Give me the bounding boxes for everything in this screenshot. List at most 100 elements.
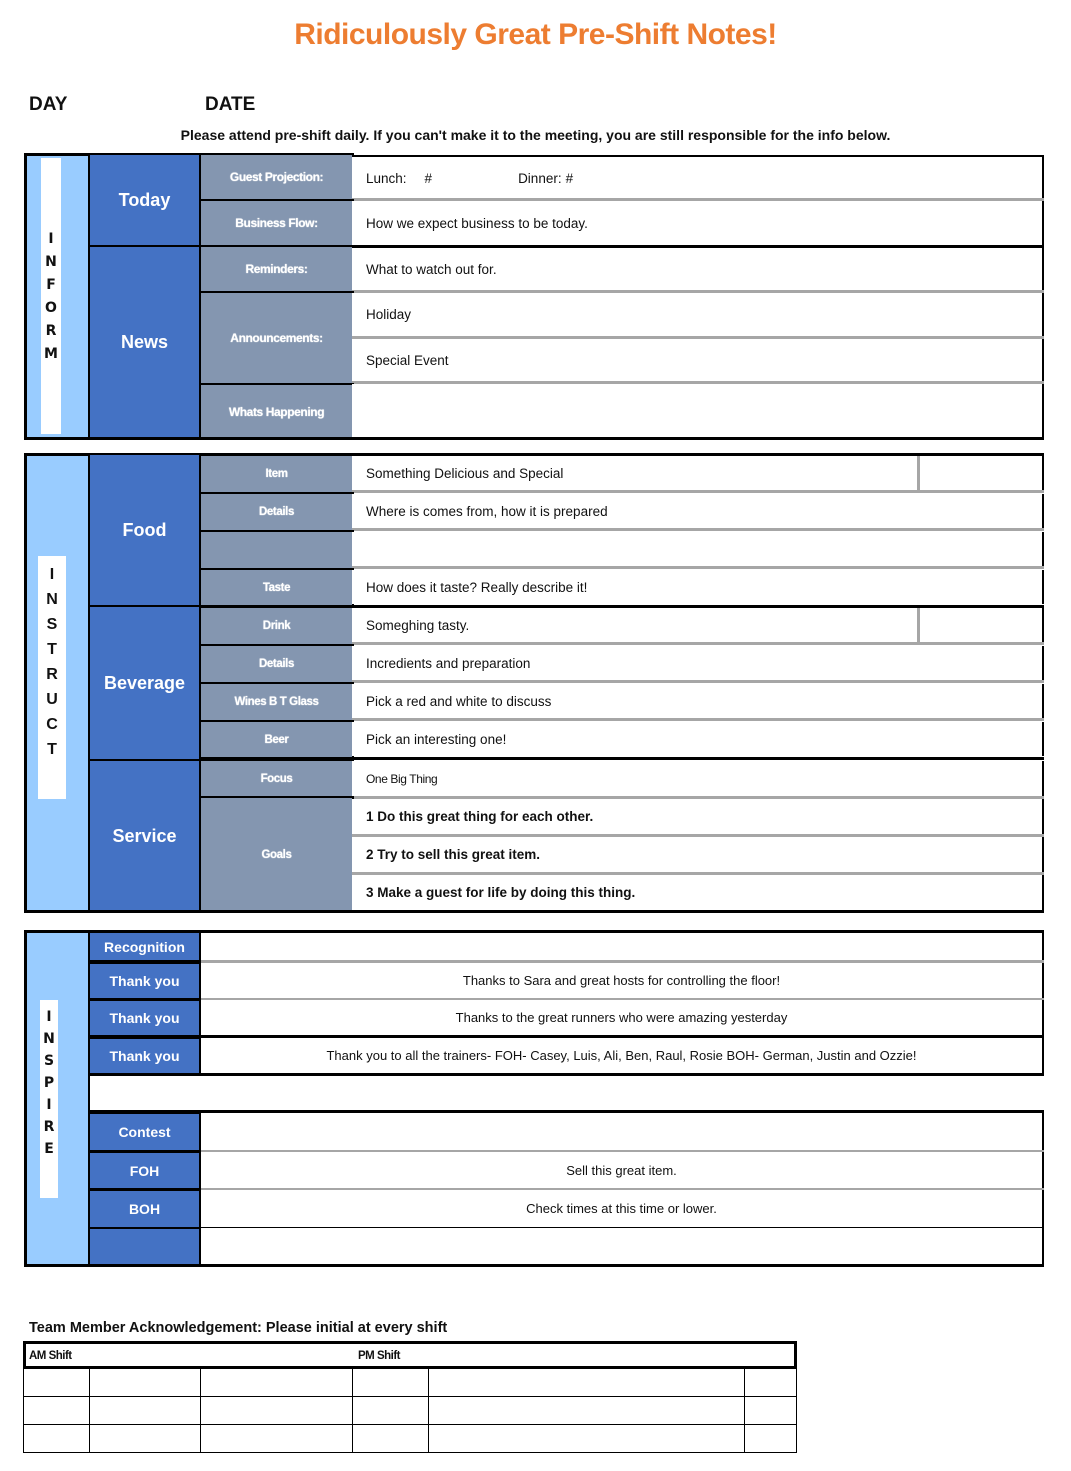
- initial-cell[interactable]: [353, 1369, 429, 1397]
- contest-field[interactable]: Sell this great item.: [201, 1152, 1044, 1188]
- thank-you-field[interactable]: Thanks to the great runners who were ama…: [201, 1000, 1044, 1035]
- label-whats-happening: Whats Happening: [199, 383, 354, 440]
- focus-field[interactable]: One Big Thing: [352, 761, 1044, 796]
- thank-you-field[interactable]: Thank you to all the trainers- FOH- Case…: [201, 1038, 1044, 1073]
- category-news: News: [88, 245, 201, 440]
- am-shift-label: AM Shift: [29, 1350, 72, 1362]
- initial-cell[interactable]: [353, 1397, 429, 1425]
- side-letter: I: [49, 566, 55, 583]
- row-value-field[interactable]: Incredients and preparation: [352, 646, 1044, 680]
- row-divider: [352, 642, 1044, 645]
- day-label: DAY: [29, 94, 68, 115]
- label-recognition: Recognition: [88, 931, 201, 962]
- side-letter: E: [44, 1141, 54, 1157]
- lunch-value[interactable]: #: [425, 171, 433, 186]
- page-title: Ridiculously Great Pre-Shift Notes!: [294, 18, 777, 51]
- row-label: Drink: [199, 606, 354, 646]
- spacer-row: [88, 1076, 1043, 1112]
- side-letter: S: [43, 1053, 55, 1069]
- acknowledgement-title: Team Member Acknowledgement: Please init…: [29, 1320, 448, 1336]
- side-letter: F: [46, 277, 56, 293]
- guest-projection-field[interactable]: Lunch: # Dinner: #: [352, 155, 1044, 199]
- row-value-field[interactable]: How does it taste? Really describe it!: [352, 570, 1044, 604]
- side-letter: N: [46, 591, 58, 608]
- goal-item[interactable]: 2 Try to sell this great item.: [352, 837, 1044, 872]
- category-today: Today: [88, 153, 201, 247]
- initial-cell[interactable]: [429, 1425, 745, 1453]
- announcement-item[interactable]: Holiday: [352, 293, 1044, 336]
- label-thank-you: Thank you: [88, 962, 201, 1000]
- row-label: Beer: [199, 720, 354, 760]
- side-letter: S: [46, 616, 58, 633]
- business-flow-field[interactable]: How we expect business to be today.: [352, 201, 1044, 245]
- recognition-field[interactable]: [201, 933, 1044, 960]
- row-value-field[interactable]: Someghing tasty.: [352, 608, 1044, 642]
- label-contest-row: [88, 1227, 201, 1266]
- initial-cell[interactable]: [745, 1369, 797, 1397]
- initial-cell[interactable]: [23, 1397, 90, 1425]
- section-bottom-border: [24, 1264, 1044, 1267]
- side-letter: R: [46, 666, 58, 683]
- label-contest-row: Contest: [88, 1112, 201, 1152]
- side-letter: I: [48, 231, 54, 247]
- initial-cell[interactable]: [201, 1369, 353, 1397]
- row-divider: [352, 566, 1044, 569]
- row-value-field[interactable]: Something Delicious and Special: [352, 456, 1044, 490]
- initial-cell[interactable]: [90, 1369, 201, 1397]
- acknowledgement-header: AM Shift PM Shift: [23, 1341, 797, 1369]
- row-label: [199, 530, 354, 570]
- reminders-field[interactable]: What to watch out for.: [352, 248, 1044, 290]
- label-thank-you: Thank you: [88, 1037, 201, 1075]
- side-letter: T: [47, 641, 57, 658]
- cell-divider: [917, 608, 920, 642]
- side-letter: P: [43, 1075, 55, 1091]
- dinner-value[interactable]: #: [566, 171, 574, 186]
- label-goals: Goals: [199, 796, 354, 913]
- row-value-field[interactable]: Where is comes from, how it is prepared: [352, 494, 1044, 528]
- initial-cell[interactable]: [745, 1397, 797, 1425]
- side-letter: R: [45, 323, 57, 339]
- announcement-item[interactable]: Special Event: [352, 339, 1044, 381]
- row-value-field[interactable]: Pick a red and white to discuss: [352, 684, 1044, 718]
- initial-cell[interactable]: [201, 1397, 353, 1425]
- row-label: Wines B T Glass: [199, 682, 354, 722]
- initial-cell[interactable]: [745, 1425, 797, 1453]
- initial-cell[interactable]: [353, 1425, 429, 1453]
- contest-field[interactable]: Check times at this time or lower.: [201, 1190, 1044, 1227]
- category-food: Food: [88, 453, 201, 607]
- side-letter: M: [44, 346, 58, 362]
- label-focus: Focus: [199, 759, 354, 798]
- initial-cell[interactable]: [90, 1397, 201, 1425]
- date-label: DATE: [205, 94, 256, 115]
- goal-item[interactable]: 3 Make a guest for life by doing this th…: [352, 875, 1044, 910]
- row-label: Details: [199, 644, 354, 684]
- initial-cell[interactable]: [23, 1425, 90, 1453]
- row-value-field[interactable]: Pick an interesting one!: [352, 722, 1044, 756]
- label-reminders: Reminders:: [199, 245, 354, 293]
- lunch-label: Lunch:: [366, 170, 407, 186]
- initial-cell[interactable]: [201, 1425, 353, 1453]
- initial-cell[interactable]: [429, 1369, 745, 1397]
- side-letter: R: [43, 1119, 55, 1135]
- side-letter: O: [45, 300, 57, 316]
- initial-cell[interactable]: [429, 1397, 745, 1425]
- pm-shift-label: PM Shift: [358, 1350, 401, 1362]
- cell-divider: [917, 456, 920, 490]
- thank-you-field[interactable]: Thanks to Sara and great hosts for contr…: [201, 963, 1044, 998]
- whats-happening-field[interactable]: [352, 384, 1044, 437]
- initial-cell[interactable]: [23, 1369, 90, 1397]
- contest-field[interactable]: [201, 1113, 1044, 1150]
- row-divider: [352, 528, 1044, 531]
- contest-field[interactable]: [201, 1228, 1044, 1264]
- row-divider: [352, 718, 1044, 721]
- initial-cell[interactable]: [90, 1425, 201, 1453]
- side-letter: U: [46, 691, 58, 708]
- label-contest-row: FOH: [88, 1151, 201, 1190]
- label-thank-you: Thank you: [88, 999, 201, 1037]
- label-guest-projection: Guest Projection:: [199, 153, 354, 201]
- row-label: Item: [199, 454, 354, 494]
- goal-item[interactable]: 1 Do this great thing for each other.: [352, 799, 1044, 834]
- row-value-field[interactable]: [352, 532, 1044, 566]
- section-bottom-border: [24, 437, 1044, 440]
- label-contest-row: BOH: [88, 1189, 201, 1229]
